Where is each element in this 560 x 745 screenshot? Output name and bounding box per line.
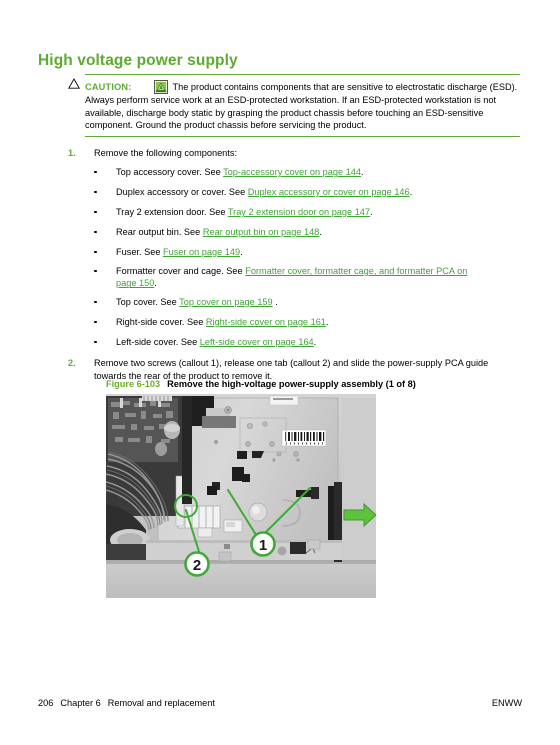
cross-reference-link[interactable]: Duplex accessory or cover on page 146 (248, 187, 410, 197)
list-item-lead: Tray 2 extension door. See (116, 207, 228, 217)
list-item-lead: Top accessory cover. See (116, 167, 224, 177)
list-item: Left-side cover. See Left-side cover on … (94, 336, 514, 348)
svg-text:2: 2 (193, 557, 201, 574)
list-item-tail: . (370, 207, 373, 217)
page-title: High voltage power supply (38, 52, 238, 69)
list-item-tail: . (409, 187, 413, 197)
warning-triangle-icon (68, 78, 80, 89)
list-item-text: Top cover. See Top cover on page 159 . (116, 296, 514, 308)
figure-callout-1: 1 (250, 531, 276, 557)
footer-left: 206 Chapter 6 Removal and replacement (38, 698, 215, 708)
bullet-icon (94, 269, 97, 273)
list-item-text: Formatter cover and cage. See Formatter … (116, 265, 484, 290)
list-item-tail: . (313, 337, 317, 347)
list-item: Tray 2 extension door. See Tray 2 extens… (94, 206, 514, 218)
list-item-lead: Formatter cover and cage. See (116, 266, 246, 276)
list-item-text: Rear output bin. See Rear output bin on … (116, 226, 514, 238)
bullet-icon (94, 230, 97, 234)
figure-callout-2: 2 (184, 551, 210, 577)
list-item: Duplex accessory or cover. See Duplex ac… (94, 186, 514, 198)
figure-caption: Figure 6-103 Remove the high-voltage powe… (106, 379, 416, 389)
step-2-number: 2. (68, 358, 76, 368)
figure-image: 1 2 (106, 394, 376, 598)
cross-reference-link[interactable]: Right-side cover on page 161 (206, 317, 326, 327)
list-item-text: Tray 2 extension door. See Tray 2 extens… (116, 206, 514, 218)
list-item-text: Duplex accessory or cover. See Duplex ac… (116, 186, 514, 198)
list-item-tail: . (240, 247, 243, 257)
list-item: Top accessory cover. See Top-accessory c… (94, 166, 514, 178)
list-item-lead: Rear output bin. See (116, 227, 203, 237)
list-item-lead: Right-side cover. See (116, 317, 206, 327)
step-1-text: Remove the following components: (94, 148, 237, 158)
bullet-icon (94, 320, 97, 324)
list-item-text: Left-side cover. See Left-side cover on … (116, 336, 514, 348)
list-item-tail: . (319, 227, 322, 237)
list-item-text: Fuser. See Fuser on page 149. (116, 246, 514, 258)
list-item-text: Right-side cover. See Right-side cover o… (116, 316, 514, 328)
footer-chapter-title: Removal and replacement (107, 698, 215, 708)
document-page: High voltage power supply CAUTION: The p… (0, 0, 560, 745)
caution-label: CAUTION: (85, 82, 132, 92)
caution-admonition: CAUTION: The product contains components… (68, 74, 520, 137)
list-item-lead: Duplex accessory or cover. See (116, 187, 248, 197)
bullet-icon (94, 300, 97, 304)
svg-text:1: 1 (259, 537, 267, 554)
step-1-number: 1. (68, 148, 76, 158)
list-item: Fuser. See Fuser on page 149. (94, 246, 514, 258)
list-item: Rear output bin. See Rear output bin on … (94, 226, 514, 238)
esd-sensitive-icon (153, 80, 168, 94)
cross-reference-link[interactable]: Fuser on page 149 (163, 247, 240, 257)
footer-right: ENWW (491, 698, 522, 708)
list-item: Formatter cover and cage. See Formatter … (94, 265, 484, 290)
bullet-icon (94, 190, 97, 194)
footer-chapter: Chapter 6 (60, 698, 101, 708)
bullet-icon (94, 170, 97, 174)
caution-bottom-rule (85, 135, 520, 137)
list-item-text: Top accessory cover. See Top-accessory c… (116, 166, 514, 178)
cross-reference-link[interactable]: Rear output bin on page 148 (203, 227, 319, 237)
footer-page-number: 206 (38, 698, 54, 708)
figure-title: Remove the high-voltage power-supply ass… (167, 379, 416, 389)
cross-reference-link[interactable]: Top cover on page 159 (179, 297, 272, 307)
cross-reference-link[interactable]: Tray 2 extension door on page 147 (228, 207, 370, 217)
list-item: Right-side cover. See Right-side cover o… (94, 316, 514, 328)
printer-chassis-photo: 1 2 (106, 394, 376, 598)
step-1: 1. Remove the following components: (68, 147, 508, 160)
list-item-lead: Left-side cover. See (116, 337, 200, 347)
list-item-tail: . (154, 278, 157, 289)
bullet-icon (94, 340, 97, 344)
figure-number: Figure 6-103 (106, 379, 161, 389)
caution-body: CAUTION: The product contains components… (68, 75, 520, 136)
cross-reference-link[interactable]: Top-accessory cover on page 144 (223, 167, 361, 177)
list-item-tail: . (360, 167, 364, 177)
list-item-tail: . (325, 317, 329, 327)
list-item-lead: Top cover. See (116, 297, 180, 307)
bullet-icon (94, 210, 97, 214)
caution-text: The product contains components that are… (85, 82, 518, 131)
list-item-lead: Fuser. See (116, 247, 163, 257)
cross-reference-link[interactable]: Left-side cover on page 164 (200, 337, 314, 347)
list-item: Top cover. See Top cover on page 159 . (94, 296, 514, 308)
bullet-icon (94, 250, 97, 254)
list-item-tail: . (272, 297, 278, 307)
